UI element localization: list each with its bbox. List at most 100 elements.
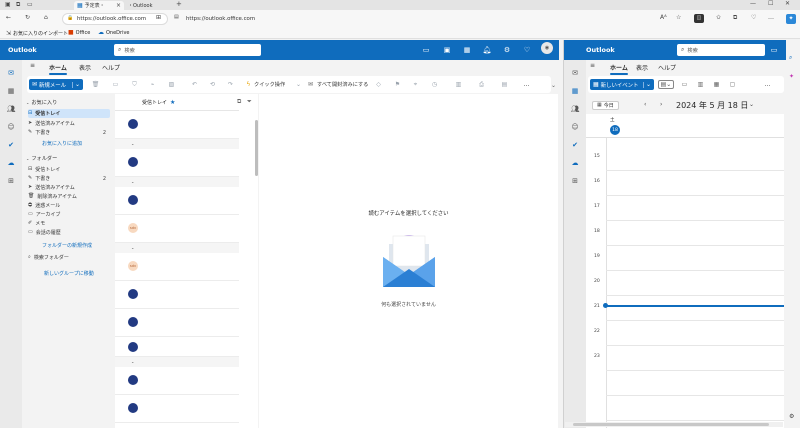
more-button[interactable]: … — [522, 80, 531, 89]
list-item[interactable] — [115, 309, 239, 337]
quick-action-button[interactable]: クイック操作 — [254, 81, 285, 88]
group-header[interactable]: ⌄ — [115, 139, 239, 149]
filter-icon[interactable]: ⏷ — [247, 99, 252, 105]
folder-drafts[interactable]: ✎ 下書き 2 — [28, 174, 110, 183]
notification-icon[interactable]: 🔔︎ — [482, 45, 492, 55]
tab-view[interactable]: 表示 — [79, 63, 91, 72]
search-side-icon[interactable]: ⌕ — [789, 55, 792, 61]
reply-all-icon[interactable]: ⟲ — [208, 80, 217, 89]
star-icon[interactable]: ★ — [170, 99, 175, 106]
fav-import[interactable]: ⇲ お気に入りのインポート — [6, 30, 68, 37]
today-button[interactable]: ▦ 今日 — [592, 101, 619, 110]
mail-icon[interactable]: ✉ — [5, 67, 17, 79]
list-item[interactable] — [115, 111, 239, 139]
address-input-2[interactable]: ▤ https://outlook.office.com — [172, 13, 627, 25]
calendar-search-input[interactable]: ⌕ 検索 — [677, 44, 765, 56]
chevron-down-icon[interactable]: ⌄ — [749, 102, 754, 108]
todo-icon[interactable]: ✔ — [569, 139, 581, 151]
chevron-down-icon[interactable]: ⌄ — [642, 81, 651, 88]
print-icon[interactable]: ⎙ — [477, 80, 486, 89]
browser-essentials-icon[interactable]: ♡ — [751, 15, 756, 21]
cal-tab-view[interactable]: 表示 — [636, 63, 648, 72]
todo-icon[interactable]: ✔ — [5, 139, 17, 151]
close-tab-icon[interactable]: × — [116, 2, 121, 9]
calendar-icon[interactable]: ▦ — [569, 85, 581, 97]
tips-icon[interactable]: ♡ — [522, 45, 532, 55]
folder-deleted[interactable]: 🗑︎ 削除済みアイテム — [28, 192, 110, 201]
fav-inbox[interactable]: ⊟ 受信トレイ — [28, 109, 110, 118]
folder-inbox[interactable]: ⊟ 受信トレイ — [28, 165, 110, 174]
outlook-brand[interactable]: Outlook — [8, 46, 37, 54]
tab-outlook[interactable]: ・Outlook — [125, 1, 170, 10]
calendar-icon[interactable]: ▦ — [5, 85, 17, 97]
folder-sent[interactable]: ➤ 送信済みアイテム — [28, 183, 110, 192]
people-icon[interactable]: 👥︎ — [569, 103, 581, 115]
maximize-icon[interactable]: ☐ — [768, 1, 773, 7]
policy-icon[interactable]: ▥ — [454, 80, 463, 89]
folders-header[interactable]: ⌄ フォルダー — [26, 155, 57, 162]
meet-now-icon[interactable]: ▭ — [421, 45, 431, 55]
flag-icon[interactable]: ⚑ — [393, 80, 402, 89]
favorite-star-icon[interactable]: ☆ — [676, 15, 681, 21]
sweep-icon[interactable]: ⌁ — [148, 80, 157, 89]
current-date[interactable]: 2024 年 5 月 18 日 — [676, 100, 748, 111]
next-day-icon[interactable]: › — [660, 102, 662, 108]
read-aloud-icon[interactable]: Aᴬ — [660, 15, 667, 21]
apps-icon[interactable]: ⊞ — [5, 175, 17, 187]
home-icon[interactable]: ⌂ — [44, 15, 48, 21]
new-tab-button[interactable]: + — [176, 1, 182, 8]
prev-day-icon[interactable]: ‹ — [644, 102, 646, 108]
add-favorite-link[interactable]: お気に入りに追加 — [42, 140, 82, 147]
calendar-outlook-brand[interactable]: Outlook — [586, 46, 615, 54]
week-view-icon[interactable]: ▦ — [712, 80, 721, 89]
month-view-icon[interactable]: ▢ — [728, 80, 737, 89]
groups-icon[interactable]: ☺ — [569, 121, 581, 133]
profile-icon[interactable]: ▣ — [5, 2, 11, 8]
teams-icon[interactable]: ▣ — [442, 45, 452, 55]
mark-all-read-button[interactable]: すべて開封済みにする — [317, 81, 368, 88]
new-folder-link[interactable]: フォルダーの新規作成 — [42, 242, 92, 249]
fav-onedrive[interactable]: ☁ OneDrive — [98, 30, 130, 37]
tab-help[interactable]: ヘルプ — [102, 63, 120, 72]
gear-icon[interactable]: ⚙ — [502, 45, 512, 55]
mark-read-icon[interactable]: ✉ — [306, 80, 315, 89]
people-icon[interactable]: 👥︎ — [5, 103, 17, 115]
scrollbar-thumb[interactable] — [573, 423, 769, 426]
favorites-header[interactable]: ⌄ お気に入り — [26, 99, 57, 106]
list-item[interactable]: sdv — [115, 215, 239, 243]
group-header[interactable]: ⌄ — [115, 177, 239, 187]
list-item[interactable] — [115, 281, 239, 309]
chevron-down-icon[interactable]: ⌄ — [71, 81, 80, 88]
list-title[interactable]: 受信トレイ — [142, 99, 167, 106]
tab-actions-icon[interactable]: ⧉ — [16, 2, 20, 8]
favorites-icon[interactable]: ✩ — [716, 15, 721, 21]
cal-tab-home[interactable]: ホーム — [610, 63, 628, 75]
list-item[interactable] — [115, 395, 239, 423]
snooze-icon[interactable]: ◷ — [430, 80, 439, 89]
select-icon[interactable]: ⧉ — [237, 99, 241, 105]
delete-icon[interactable]: 🗑︎ — [91, 80, 100, 89]
quick-action-icon[interactable]: ϟ — [244, 80, 253, 89]
new-group-link[interactable]: 新しいグループに移動 — [44, 270, 94, 277]
copilot-side-icon[interactable]: ✦ — [789, 74, 794, 80]
back-icon[interactable]: ← — [6, 15, 11, 21]
address-input[interactable]: 🔒 https://outlook.office.com — [62, 13, 168, 25]
group-header[interactable]: ⌄ — [115, 357, 239, 367]
work-week-icon[interactable]: ▥ — [696, 80, 705, 89]
minimize-icon[interactable]: — — [750, 1, 756, 7]
avatar[interactable]: ◉ — [541, 42, 553, 54]
archive-icon[interactable]: ▭ — [111, 80, 120, 89]
calendar-h-scrollbar[interactable] — [565, 422, 783, 427]
day-grid[interactable]: 15 16 17 18 19 20 21 22 23 — [586, 138, 784, 428]
app-available-icon[interactable]: ⊞ — [156, 15, 161, 21]
fav-drafts[interactable]: ✎ 下書き 2 — [28, 128, 110, 137]
report-icon[interactable]: ⛉ — [130, 80, 139, 89]
groups-icon[interactable]: ☺ — [5, 121, 17, 133]
list-item[interactable] — [115, 187, 239, 215]
workspaces-icon[interactable]: ▭ — [27, 2, 33, 8]
list-item[interactable] — [115, 337, 239, 357]
settings-more-icon[interactable]: … — [768, 15, 774, 21]
group-header[interactable]: ⌄ — [115, 243, 239, 253]
collections-icon[interactable]: ⧉ — [733, 15, 737, 21]
tab-home[interactable]: ホーム — [49, 63, 67, 75]
